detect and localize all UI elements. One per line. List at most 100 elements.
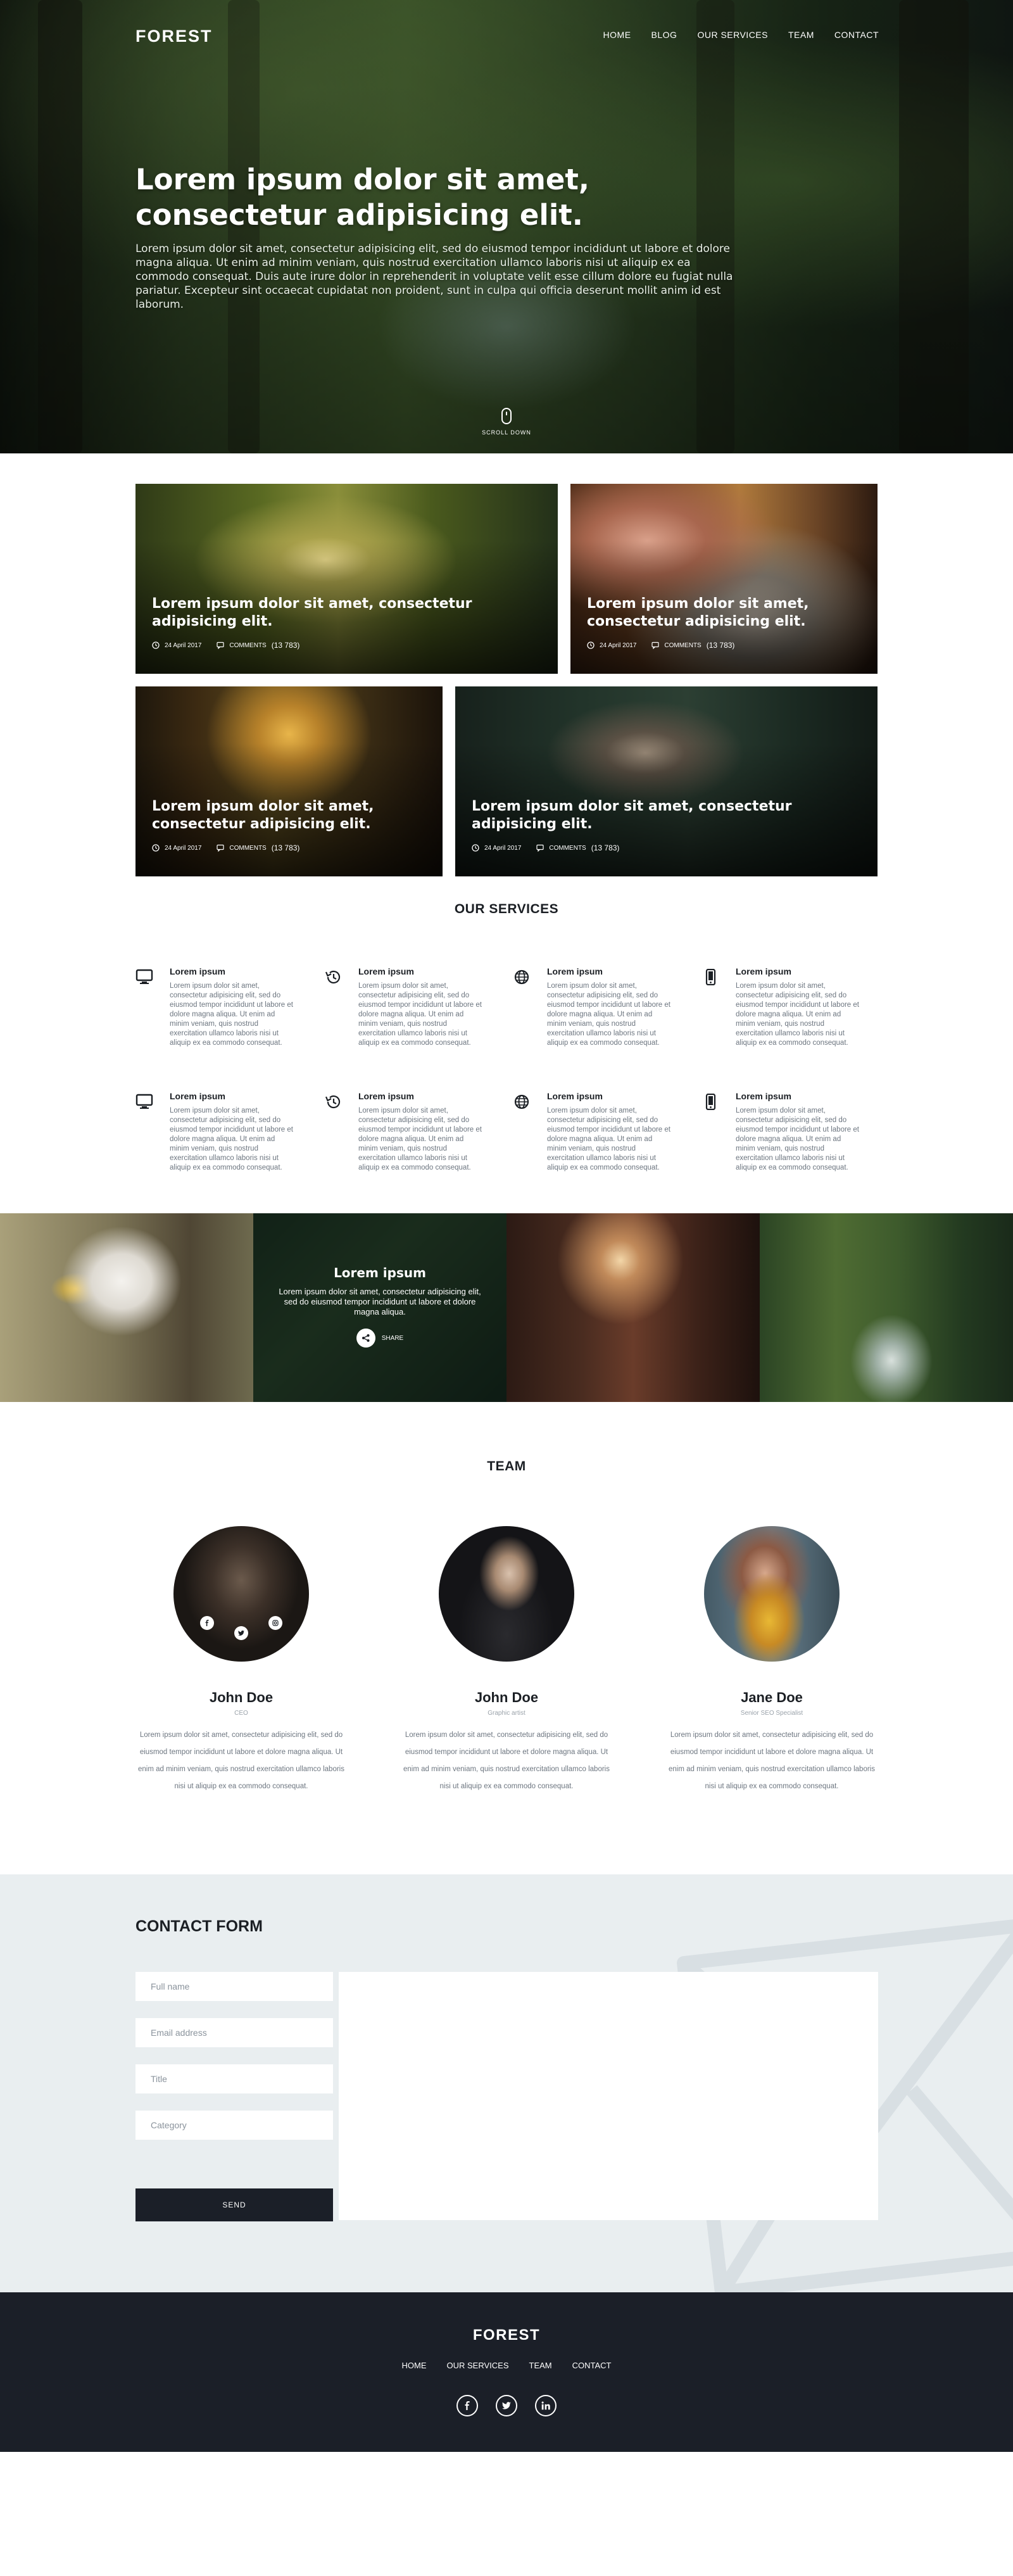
avatar — [173, 1526, 309, 1662]
gallery-image-waterfall[interactable] — [760, 1213, 1013, 1402]
twitter-icon[interactable] — [496, 2395, 517, 2416]
facebook-icon[interactable] — [456, 2395, 478, 2416]
full-name-field[interactable]: Full name — [135, 1972, 333, 2001]
service-title: Lorem ipsum — [358, 1091, 414, 1101]
gallery-image-leaves[interactable]: Lorem ipsum Lorem ipsum dolor sit amet, … — [253, 1213, 507, 1402]
email-field[interactable]: Email address — [135, 2018, 333, 2047]
article-meta: 24 April 2017 COMMENTS (13 783) — [152, 843, 299, 852]
article-title[interactable]: Lorem ipsum dolor sit amet, consectetur … — [587, 595, 859, 631]
service-item: Lorem ipsum Lorem ipsum dolor sit amet, c… — [702, 1091, 890, 1173]
phone-icon — [705, 968, 716, 986]
article-comments-label[interactable]: COMMENTS — [664, 642, 701, 649]
article-comments-count: (13 783) — [271, 843, 300, 852]
gallery-image-eagle[interactable] — [0, 1213, 253, 1402]
message-textarea[interactable] — [339, 1972, 878, 2220]
article-card[interactable]: Lorem ipsum dolor sit amet, consectetur … — [135, 686, 443, 876]
brand-logo[interactable]: FOREST — [135, 27, 213, 46]
article-title[interactable]: Lorem ipsum dolor sit amet, consectetur … — [152, 798, 424, 833]
service-item: Lorem ipsum Lorem ipsum dolor sit amet, c… — [135, 1091, 324, 1173]
member-role: Graphic artist — [488, 1710, 525, 1717]
history-icon — [325, 1095, 341, 1109]
service-title: Lorem ipsum — [358, 966, 414, 976]
clock-icon — [472, 844, 479, 852]
facebook-icon[interactable] — [200, 1616, 214, 1630]
globe-icon — [514, 1094, 529, 1109]
article-title[interactable]: Lorem ipsum dolor sit amet, consectetur … — [152, 595, 539, 631]
footer-menu: HOME OUR SERVICES TEAM CONTACT — [0, 2361, 1013, 2370]
article-comments-label[interactable]: COMMENTS — [229, 845, 266, 852]
team-title: TEAM — [487, 1459, 526, 1474]
articles-section: Lorem ipsum dolor sit amet, consectetur … — [0, 453, 1013, 876]
share-label: SHARE — [381, 1334, 404, 1342]
contact-section: CONTACT FORM Full name Email address Tit… — [0, 1874, 1013, 2292]
article-card[interactable]: Lorem ipsum dolor sit amet, consectetur … — [135, 484, 558, 674]
monitor-icon — [135, 969, 153, 984]
member-name: John Doe — [474, 1689, 539, 1705]
article-date: 24 April 2017 — [484, 844, 522, 852]
service-text: Lorem ipsum dolor sit amet, consectetur … — [358, 982, 482, 1047]
scroll-down-label: SCROLL DOWN — [482, 429, 531, 436]
nav-team[interactable]: TEAM — [788, 30, 814, 40]
article-title[interactable]: Lorem ipsum dolor sit amet, consectetur … — [472, 798, 859, 833]
service-text: Lorem ipsum dolor sit amet, consectetur … — [170, 1107, 293, 1171]
article-date: 24 April 2017 — [165, 641, 202, 649]
member-bio: Lorem ipsum dolor sit amet, consectetur … — [669, 1731, 875, 1790]
service-text: Lorem ipsum dolor sit amet, consectetur … — [736, 982, 859, 1047]
title-field[interactable]: Title — [135, 2064, 333, 2093]
footer-nav-home[interactable]: HOME — [401, 2361, 426, 2370]
services-title: OUR SERVICES — [454, 902, 559, 916]
article-meta: 24 April 2017 COMMENTS (13 783) — [587, 641, 734, 650]
article-comments-label[interactable]: COMMENTS — [229, 642, 266, 649]
hero-content: Lorem ipsum dolor sit amet, consectetur … — [135, 162, 743, 312]
nav-our-services[interactable]: OUR SERVICES — [697, 30, 768, 40]
nav-home[interactable]: HOME — [603, 30, 631, 40]
team-member-card: John Doe Graphic artist Lorem ipsum dolo… — [401, 1526, 612, 1795]
monitor-icon — [135, 1094, 153, 1109]
team-member-card: Jane Doe Senior SEO Specialist Lorem ips… — [666, 1526, 878, 1795]
member-bio: Lorem ipsum dolor sit amet, consectetur … — [138, 1731, 344, 1790]
footer-nav-our-services[interactable]: OUR SERVICES — [446, 2361, 508, 2370]
service-text: Lorem ipsum dolor sit amet, consectetur … — [736, 1107, 859, 1171]
gallery-section: Lorem ipsum Lorem ipsum dolor sit amet, … — [0, 1213, 1013, 1402]
footer-logo[interactable]: FOREST — [0, 2327, 1013, 2344]
phone-icon — [705, 1093, 716, 1111]
team-section: TEAM John Doe CEO Lorem ipsum dolor sit … — [0, 1402, 1013, 1874]
article-comments-count: (13 783) — [271, 641, 300, 650]
clock-icon — [587, 641, 595, 649]
scroll-down-button[interactable]: SCROLL DOWN — [0, 408, 1013, 436]
linkedin-icon[interactable] — [535, 2395, 557, 2416]
services-section: OUR SERVICES Lorem ipsum Lorem ipsum dolo… — [0, 871, 1013, 1213]
service-text: Lorem ipsum dolor sit amet, consectetur … — [170, 982, 293, 1047]
member-role: Senior SEO Specialist — [740, 1710, 803, 1717]
member-bio: Lorem ipsum dolor sit amet, consectetur … — [403, 1731, 610, 1790]
hero-section: FOREST HOME BLOG OUR SERVICES TEAM CONTA… — [0, 0, 1013, 453]
clock-icon — [152, 844, 160, 852]
share-icon — [356, 1329, 375, 1348]
service-text: Lorem ipsum dolor sit amet, consectetur … — [547, 982, 670, 1047]
article-card[interactable]: Lorem ipsum dolor sit amet, consectetur … — [455, 686, 878, 876]
twitter-icon[interactable] — [234, 1626, 248, 1640]
article-meta: 24 April 2017 COMMENTS (13 783) — [472, 843, 619, 852]
hero-title: Lorem ipsum dolor sit amet, consectetur … — [135, 163, 589, 232]
nav-contact[interactable]: CONTACT — [834, 30, 879, 40]
article-comments-label[interactable]: COMMENTS — [549, 845, 586, 852]
article-card[interactable]: Lorem ipsum dolor sit amet, consectetur … — [570, 484, 878, 674]
hero-description: Lorem ipsum dolor sit amet, consectetur … — [135, 243, 733, 311]
send-button[interactable]: SEND — [135, 2188, 333, 2221]
globe-icon — [514, 969, 529, 985]
footer-nav-contact[interactable]: CONTACT — [572, 2361, 612, 2370]
avatar — [439, 1526, 574, 1662]
gallery-text: Lorem ipsum dolor sit amet, consectetur … — [279, 1287, 481, 1316]
member-name: Jane Doe — [741, 1689, 803, 1705]
nav-blog[interactable]: BLOG — [651, 30, 677, 40]
category-field[interactable]: Category — [135, 2111, 333, 2140]
service-item: Lorem ipsum Lorem ipsum dolor sit amet, c… — [513, 1091, 702, 1173]
member-role: CEO — [234, 1710, 248, 1717]
share-button[interactable]: SHARE — [253, 1329, 507, 1348]
gallery-title: Lorem ipsum — [334, 1265, 426, 1280]
mouse-icon — [501, 408, 512, 424]
gallery-image-forest[interactable] — [507, 1213, 760, 1402]
footer-nav-team[interactable]: TEAM — [529, 2361, 552, 2370]
contact-title: CONTACT FORM — [135, 1917, 263, 1935]
instagram-icon[interactable] — [268, 1616, 282, 1630]
